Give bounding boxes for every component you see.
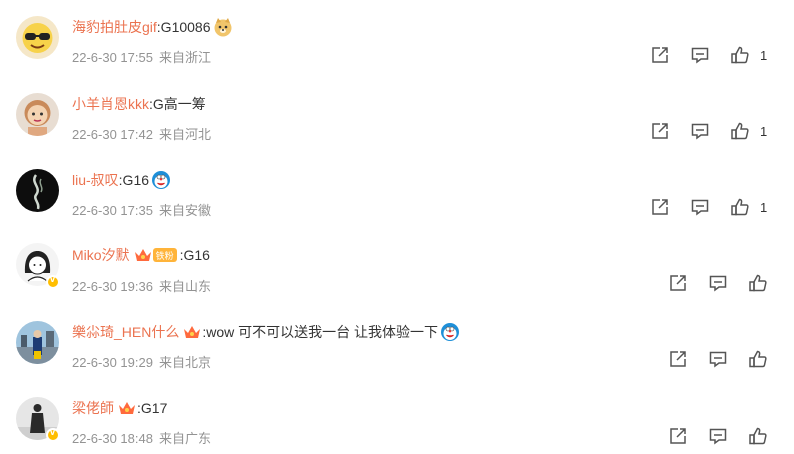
comment-meta: 22-6-30 19:29 来自北京 [72, 352, 211, 371]
thumbs-up-icon[interactable] [748, 349, 768, 369]
doraemon-emoji-icon [440, 322, 460, 342]
comment-line: 梁佬師 :G17 [72, 397, 167, 419]
crown-icon [183, 324, 201, 340]
comment-icon[interactable] [690, 197, 710, 217]
comment-meta: 22-6-30 19:36 来自山东 [72, 276, 211, 295]
comment-actions [668, 426, 768, 446]
username-link[interactable]: 小羊肖恩kkk [72, 94, 149, 114]
comment-item: Miko汐默 铁粉 :G16 22-6-30 19:36 来自山东 [0, 228, 794, 304]
share-icon[interactable] [668, 349, 688, 369]
crown-icon [134, 247, 152, 263]
comment-location: 来自广东 [158, 431, 211, 446]
comment-text: :G10086 [156, 19, 211, 35]
comment-icon[interactable] [690, 121, 710, 141]
comment-time: 22-6-30 19:36 [72, 279, 153, 294]
username-link[interactable]: 梁佬師 [72, 398, 114, 418]
avatar[interactable] [16, 16, 59, 59]
comment-icon[interactable] [708, 273, 728, 293]
thumbs-up-icon[interactable] [748, 426, 768, 446]
comment-line: liu-叔叹 :G16 [72, 169, 171, 191]
comment-meta: 22-6-30 17:35 来自安徽 [72, 200, 211, 219]
share-icon[interactable] [650, 121, 670, 141]
comment-location: 来自北京 [158, 355, 211, 370]
doge-emoji-icon [213, 17, 233, 37]
comment-location: 来自山东 [158, 279, 211, 294]
comment-actions: 1 [650, 197, 767, 217]
comment-icon[interactable] [708, 426, 728, 446]
doraemon-emoji-icon [151, 170, 171, 190]
comment-item: 海豹拍肚皮gif :G10086 22-6-30 17:55 来自浙江 1 [0, 0, 794, 76]
comment-item: 小羊肖恩kkk :G高一筹 22-6-30 17:42 来自河北 1 [0, 76, 794, 152]
comment-text: :G高一筹 [149, 96, 206, 112]
comment-text: :G17 [137, 400, 168, 416]
crown-icon [118, 400, 136, 416]
comment-meta: 22-6-30 17:42 来自河北 [72, 124, 211, 143]
comment-item: 樂尛琦_HEN什么 :wow 可不可以送我一台 让我体验一下 22-6-30 1… [0, 304, 794, 380]
comment-meta: 22-6-30 17:55 来自浙江 [72, 47, 211, 66]
comment-text: :G16 [179, 247, 210, 263]
comment-icon[interactable] [708, 349, 728, 369]
comment-item: liu-叔叹 :G16 22-6-30 17:35 来自安徽 1 [0, 152, 794, 228]
comment-text: :G16 [118, 172, 150, 188]
comment-location: 来自浙江 [158, 50, 211, 65]
comment-meta: 22-6-30 18:48 来自广东 [72, 428, 211, 447]
comment-time: 22-6-30 19:29 [72, 355, 153, 370]
comment-location: 来自安徽 [158, 203, 211, 218]
username-link[interactable]: 樂尛琦_HEN什么 [72, 322, 179, 342]
share-icon[interactable] [668, 426, 688, 446]
like-count: 1 [760, 123, 768, 139]
comment-location: 来自河北 [158, 127, 211, 142]
comment-actions [668, 273, 768, 293]
like-count: 1 [760, 47, 768, 63]
username-link[interactable]: liu-叔叹 [72, 170, 119, 190]
comment-line: 海豹拍肚皮gif :G10086 [72, 16, 233, 38]
comment-line: Miko汐默 铁粉 :G16 [72, 244, 210, 266]
comment-time: 22-6-30 18:48 [72, 431, 153, 446]
share-icon[interactable] [668, 273, 688, 293]
avatar[interactable] [16, 93, 59, 136]
comment-text: :wow 可不可以送我一台 让我体验一下 [202, 324, 439, 340]
like-count: 1 [760, 199, 768, 215]
comment-icon[interactable] [690, 45, 710, 65]
comment-line: 樂尛琦_HEN什么 :wow 可不可以送我一台 让我体验一下 [72, 321, 460, 343]
thumbs-up-icon[interactable] [730, 197, 750, 217]
avatar[interactable] [16, 169, 59, 212]
share-icon[interactable] [650, 45, 670, 65]
comment-actions [668, 349, 768, 369]
verified-badge-icon [46, 274, 60, 289]
comment-time: 22-6-30 17:35 [72, 203, 153, 218]
comment-time: 22-6-30 17:42 [72, 127, 153, 142]
username-link[interactable]: Miko汐默 [72, 245, 130, 265]
comment-time: 22-6-30 17:55 [72, 50, 153, 65]
thumbs-up-icon[interactable] [748, 273, 768, 293]
fan-badge: 铁粉 [152, 248, 177, 262]
thumbs-up-icon[interactable] [730, 121, 750, 141]
comment-item: 梁佬師 :G17 22-6-30 18:48 来自广东 [0, 380, 794, 454]
comment-actions: 1 [650, 45, 767, 65]
share-icon[interactable] [650, 197, 670, 217]
verified-badge-icon [46, 427, 60, 442]
username-link[interactable]: 海豹拍肚皮gif [72, 17, 157, 37]
avatar[interactable] [16, 321, 59, 364]
comment-line: 小羊肖恩kkk :G高一筹 [72, 93, 206, 115]
thumbs-up-icon[interactable] [730, 45, 750, 65]
comment-actions: 1 [650, 121, 767, 141]
